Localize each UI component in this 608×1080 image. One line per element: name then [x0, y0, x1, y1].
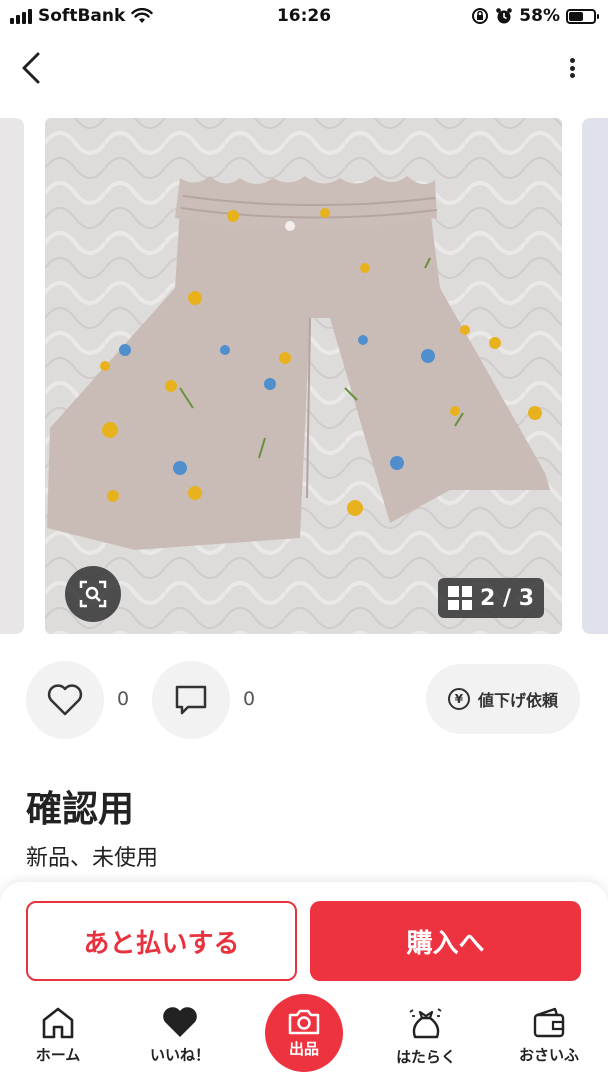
- grid-icon: [448, 586, 473, 610]
- action-row: 0 0 ¥ 値下げ依頼: [0, 660, 608, 740]
- product-image[interactable]: 2 / 3: [45, 118, 562, 634]
- product-photo: [45, 118, 562, 634]
- image-counter[interactable]: 2 / 3: [438, 578, 544, 618]
- tab-wallet-label: おさいふ: [518, 1046, 579, 1064]
- tab-sell[interactable]: 出品: [265, 994, 343, 1072]
- zoom-scan-icon: [79, 580, 107, 608]
- like-button[interactable]: [26, 661, 104, 739]
- comment-icon: [175, 685, 207, 715]
- buy-button[interactable]: 購入へ: [310, 901, 581, 981]
- comment-button[interactable]: [152, 661, 230, 739]
- pay-later-button[interactable]: あと払いする: [26, 901, 297, 981]
- nav-bar: [0, 38, 608, 98]
- more-vertical-icon: [569, 58, 575, 63]
- heart-filled-icon: [163, 1007, 197, 1037]
- tab-work[interactable]: はたらく: [371, 1006, 481, 1067]
- heart-icon: [47, 684, 83, 716]
- wallet-icon: [533, 1007, 565, 1038]
- status-right: 58%: [471, 6, 599, 26]
- bottom-panel: あと払いする 購入へ ホーム いいね！ 出品 はたらく おさいふ: [0, 882, 608, 1080]
- tab-home-label: ホーム: [35, 1046, 81, 1064]
- orientation-lock-icon: [472, 8, 489, 24]
- tab-bar: ホーム いいね！ 出品 はたらく おさいふ: [0, 994, 608, 1080]
- price-down-request-button[interactable]: ¥ 値下げ依頼: [425, 664, 580, 734]
- item-condition: 新品、未使用: [26, 846, 159, 871]
- status-bar: SoftBank 16:26 58%: [0, 0, 608, 34]
- yen-icon: ¥: [447, 688, 470, 710]
- home-icon: [42, 1007, 74, 1039]
- more-button[interactable]: [564, 52, 580, 84]
- tab-wallet[interactable]: おさいふ: [494, 1006, 604, 1065]
- zoom-button[interactable]: [65, 566, 121, 622]
- like-count: 0: [117, 688, 130, 710]
- battery-percent: 58%: [519, 6, 560, 26]
- comment-count: 0: [243, 688, 256, 710]
- camera-icon: [288, 1009, 320, 1034]
- back-button[interactable]: [14, 48, 54, 88]
- tab-likes[interactable]: いいね！: [125, 1006, 235, 1065]
- alarm-icon: [496, 8, 513, 24]
- image-counter-text: 2 / 3: [480, 585, 534, 611]
- battery-fill: [569, 11, 583, 21]
- price-down-label: 値下げ依頼: [477, 691, 558, 710]
- money-bag-icon: [409, 1008, 442, 1039]
- battery-icon: [566, 8, 599, 24]
- tab-likes-label: いいね！: [149, 1046, 210, 1064]
- tab-home[interactable]: ホーム: [3, 1006, 113, 1065]
- previous-image[interactable]: [0, 118, 24, 634]
- tab-sell-label: 出品: [288, 1039, 319, 1058]
- next-image[interactable]: [582, 118, 608, 634]
- image-gallery[interactable]: 2 / 3: [0, 118, 608, 634]
- tab-work-label: はたらく: [396, 1048, 456, 1066]
- back-chevron-icon: [22, 52, 40, 84]
- item-title: 確認用: [26, 789, 135, 830]
